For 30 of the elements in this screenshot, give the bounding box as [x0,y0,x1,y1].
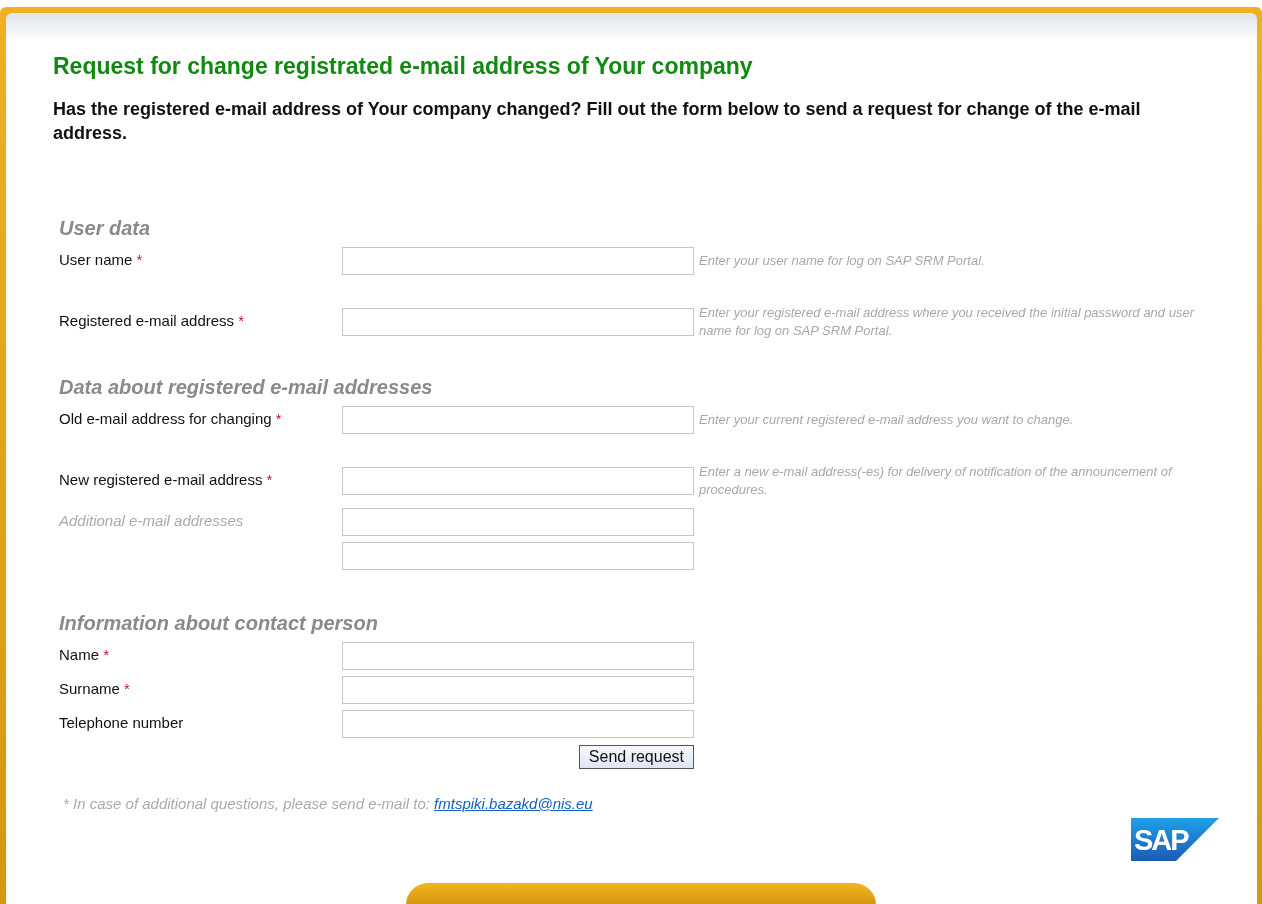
field-label: Surname * [59,679,131,700]
field-label: Telephone number [59,713,185,734]
field-label: Registered e-mail address * [59,311,246,332]
input-field[interactable] [342,466,694,495]
input-field[interactable] [342,641,694,670]
field-label: Name * [59,645,111,666]
email-link[interactable]: fmtspiki.bazakd@nis.eu [434,794,593,812]
section-heading: Information about contact person [59,610,379,636]
input-field[interactable] [342,246,694,275]
section-heading: Data about registered e-mail addresses [59,374,434,400]
input-field[interactable] [342,307,694,336]
input-field[interactable] [342,709,694,738]
field-label: Additional e-mail addresses [59,511,245,532]
intro-text: Has the registered e-mail address of Your company changed? Fill out the form below to send a request for change of the e-mail address. [53,97,1142,145]
footnote: * In case of additional questions, please send e-mail to: fmtspiki.bazakd@nis.eu [63,793,594,814]
input-field[interactable] [342,675,694,704]
input-field[interactable] [342,541,694,570]
send-button[interactable]: Send request [578,744,694,769]
input-field[interactable] [342,507,694,536]
field-label: New registered e-mail address * [59,470,274,491]
section-heading: User data [59,215,152,241]
page-title: Request for change registrated e-mail address of Your company [53,53,754,81]
field-label: Old e-mail address for changing * [59,409,283,430]
field-hint: Enter your user name for log on SAP SRM Portal. [699,251,986,270]
logo: SAP [1131,818,1219,861]
input-field[interactable] [342,405,694,434]
field-hint: Enter your registered e-mail address where you received the initial password and user name for log on SAP SRM Portal. [699,303,1196,340]
field-hint: Enter your current registered e-mail address you want to change. [699,410,1075,429]
field-label: User name * [59,250,144,271]
field-hint: Enter a new e-mail address(-es) for delivery of notification of the announcement of procedures. [699,462,1174,499]
